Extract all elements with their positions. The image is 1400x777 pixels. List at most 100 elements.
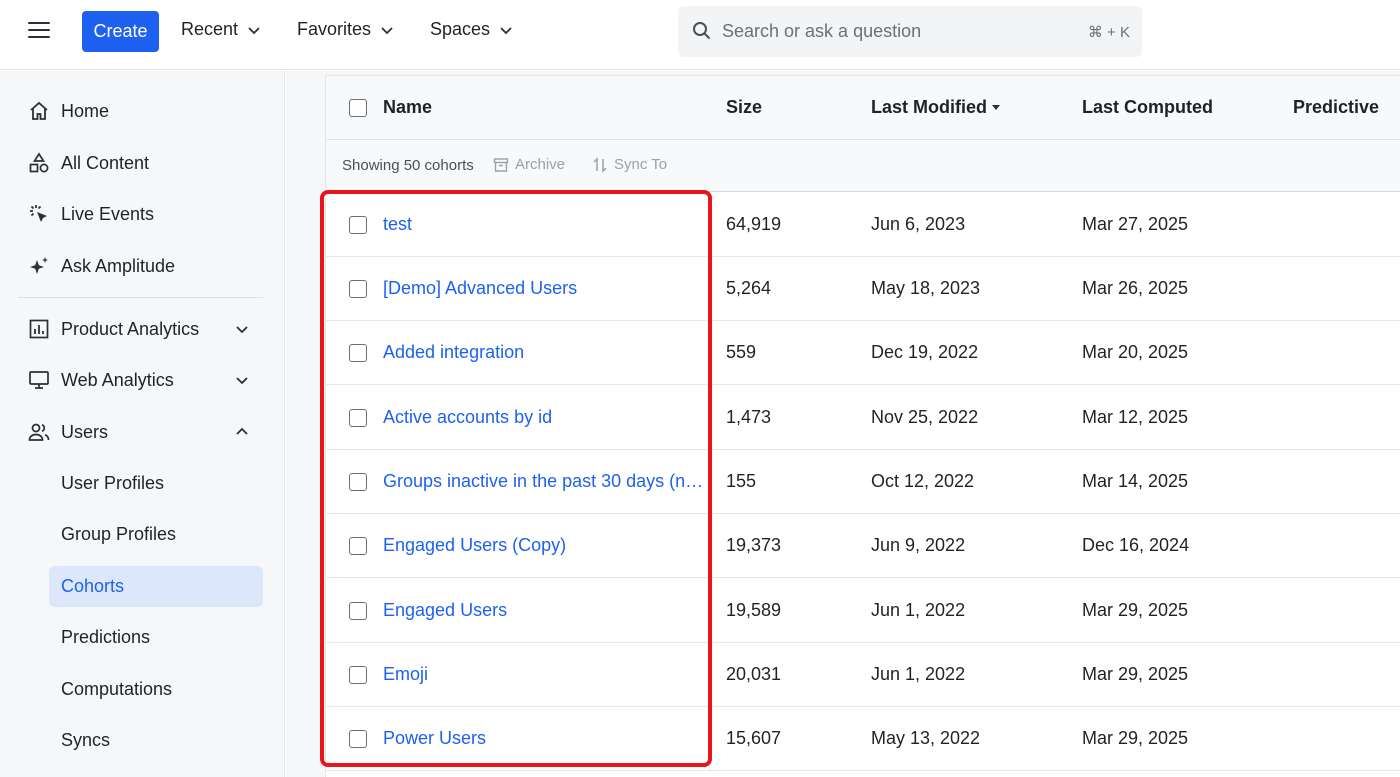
sparkle-icon: [30, 257, 48, 274]
sidebar-divider: [18, 297, 263, 298]
row-checkbox[interactable]: [349, 730, 367, 748]
column-divider: [709, 386, 710, 450]
sidebar-item-users[interactable]: Users: [28, 414, 262, 450]
favorites-menu[interactable]: Favorites: [297, 19, 395, 40]
row-checkbox[interactable]: [349, 602, 367, 620]
cohort-last-computed: Dec 16, 2024: [1082, 535, 1190, 555]
row-checkbox[interactable]: [349, 473, 367, 491]
column-header-predictive[interactable]: Predictive: [1293, 97, 1379, 118]
sidebar-item-home[interactable]: Home: [28, 93, 262, 129]
column-divider: [709, 321, 710, 385]
search-bar[interactable]: ⌘ + K: [678, 6, 1142, 57]
sidebar-item-label: Users: [61, 421, 109, 442]
table-toolbar: Showing 50 cohorts Archive Sync To: [326, 141, 1400, 192]
table-row[interactable]: Power Users 15,607 May 13, 2022 Mar 29, …: [326, 707, 1400, 771]
row-checkbox[interactable]: [349, 409, 367, 427]
sidebar-item-label: Product Analytics: [61, 318, 200, 339]
cohort-size: 155: [726, 471, 757, 491]
archive-icon: [493, 157, 509, 172]
cohort-last-modified: Jun 6, 2023: [871, 214, 966, 234]
sync-to-button[interactable]: Sync To: [592, 156, 667, 173]
row-checkbox[interactable]: [349, 537, 367, 555]
cohort-name-link[interactable]: [Demo] Advanced Users: [383, 278, 710, 299]
cohort-last-modified: May 13, 2022: [871, 728, 981, 748]
sidebar-item-product-analytics[interactable]: Product Analytics: [28, 311, 262, 347]
sidebar-item-live-events[interactable]: Live Events: [28, 196, 262, 232]
archive-button[interactable]: Archive: [493, 156, 565, 173]
cohort-size: 559: [726, 342, 757, 362]
table-header: Name Size Last Modified Last Computed Pr…: [326, 76, 1400, 140]
column-header-name[interactable]: Name: [383, 97, 432, 118]
chevron-down-icon: [248, 26, 260, 34]
sidebar-item-group-profiles[interactable]: Group Profiles: [49, 514, 263, 555]
cohort-size: 19,373: [726, 535, 782, 555]
spaces-menu-label: Spaces: [430, 19, 491, 39]
hamburger-menu-icon[interactable]: [28, 22, 50, 40]
search-input[interactable]: [722, 18, 1062, 44]
create-button[interactable]: Create: [82, 11, 159, 52]
sidebar-item-predictions[interactable]: Predictions: [49, 617, 263, 658]
sidebar: Home All Content Live Events Ask Amplitu…: [0, 71, 285, 777]
chevron-up-icon: [236, 427, 248, 435]
table-row[interactable]: Emoji 20,031 Jun 1, 2022 Mar 29, 2025: [326, 643, 1400, 707]
cohort-last-computed: Mar 12, 2025: [1082, 407, 1189, 427]
cohort-name-link[interactable]: Groups inactive in the past 30 days (no…: [383, 471, 710, 492]
cohorts-table: Name Size Last Modified Last Computed Pr…: [325, 75, 1400, 777]
cohort-name-link[interactable]: Engaged Users: [383, 600, 710, 621]
cohort-size: 19,589: [726, 600, 782, 620]
table-row[interactable]: Engaged Users (Copy) 19,373 Jun 9, 2022 …: [326, 514, 1400, 578]
recent-menu[interactable]: Recent: [181, 19, 262, 40]
select-all-checkbox[interactable]: [349, 99, 367, 117]
cohort-name-link[interactable]: Added integration: [383, 342, 710, 363]
cohort-last-computed: Mar 20, 2025: [1082, 342, 1189, 362]
sort-descending-icon[interactable]: [991, 104, 1001, 112]
cohort-last-computed: Mar 29, 2025: [1082, 600, 1189, 620]
sidebar-item-label: Home: [61, 100, 110, 121]
cohort-size: 15,607: [726, 728, 782, 748]
cohort-last-modified: Jun 1, 2022: [871, 664, 966, 684]
column-divider: [709, 643, 710, 707]
column-divider: [709, 193, 710, 257]
table-row[interactable]: Active accounts by id 1,473 Nov 25, 2022…: [326, 386, 1400, 450]
cohort-size: 5,264: [726, 278, 772, 298]
sidebar-item-syncs[interactable]: Syncs: [49, 720, 263, 761]
column-header-size[interactable]: Size: [726, 97, 762, 118]
row-checkbox[interactable]: [349, 344, 367, 362]
cohort-name-link[interactable]: Emoji: [383, 664, 710, 685]
cursor-click-icon: [30, 205, 47, 222]
table-row[interactable]: Groups inactive in the past 30 days (no……: [326, 450, 1400, 514]
search-shortcut: ⌘ + K: [1087, 24, 1130, 41]
cohort-name-link[interactable]: Engaged Users (Copy): [383, 535, 710, 556]
sidebar-item-web-analytics[interactable]: Web Analytics: [28, 362, 262, 398]
search-icon: [693, 22, 711, 40]
sidebar-item-cohorts[interactable]: Cohorts: [49, 566, 263, 607]
users-icon: [28, 423, 50, 441]
sidebar-item-label: Live Events: [61, 203, 155, 224]
sidebar-item-label: All Content: [61, 152, 150, 173]
cohort-name-link[interactable]: Power Users: [383, 728, 710, 749]
column-divider: [709, 514, 710, 578]
main-content: Name Size Last Modified Last Computed Pr…: [286, 71, 1400, 777]
home-icon: [30, 101, 48, 120]
spaces-menu[interactable]: Spaces: [430, 19, 514, 40]
showing-count: Showing 50 cohorts: [342, 157, 474, 174]
sidebar-item-ask-amplitude[interactable]: Ask Amplitude: [28, 248, 262, 284]
sync-to-label: Sync To: [614, 156, 668, 173]
table-row[interactable]: test 64,919 Jun 6, 2023 Mar 27, 2025: [326, 193, 1400, 257]
table-row[interactable]: Added integration 559 Dec 19, 2022 Mar 2…: [326, 321, 1400, 385]
sidebar-item-all-content[interactable]: All Content: [28, 145, 262, 181]
column-header-last-modified[interactable]: Last Modified: [871, 97, 987, 118]
row-checkbox[interactable]: [349, 216, 367, 234]
cohort-last-modified: May 18, 2023: [871, 278, 981, 298]
cohort-name-link[interactable]: test: [383, 214, 710, 235]
row-checkbox[interactable]: [349, 280, 367, 298]
shapes-icon: [29, 152, 49, 173]
table-row[interactable]: Engaged Users 19,589 Jun 1, 2022 Mar 29,…: [326, 579, 1400, 643]
column-header-last-computed[interactable]: Last Computed: [1082, 97, 1213, 118]
sidebar-item-user-profiles[interactable]: User Profiles: [49, 463, 263, 504]
column-divider: [709, 579, 710, 643]
sidebar-item-computations[interactable]: Computations: [49, 669, 263, 710]
row-checkbox[interactable]: [349, 666, 367, 684]
table-row[interactable]: [Demo] Advanced Users 5,264 May 18, 2023…: [326, 257, 1400, 321]
cohort-name-link[interactable]: Active accounts by id: [383, 407, 710, 428]
